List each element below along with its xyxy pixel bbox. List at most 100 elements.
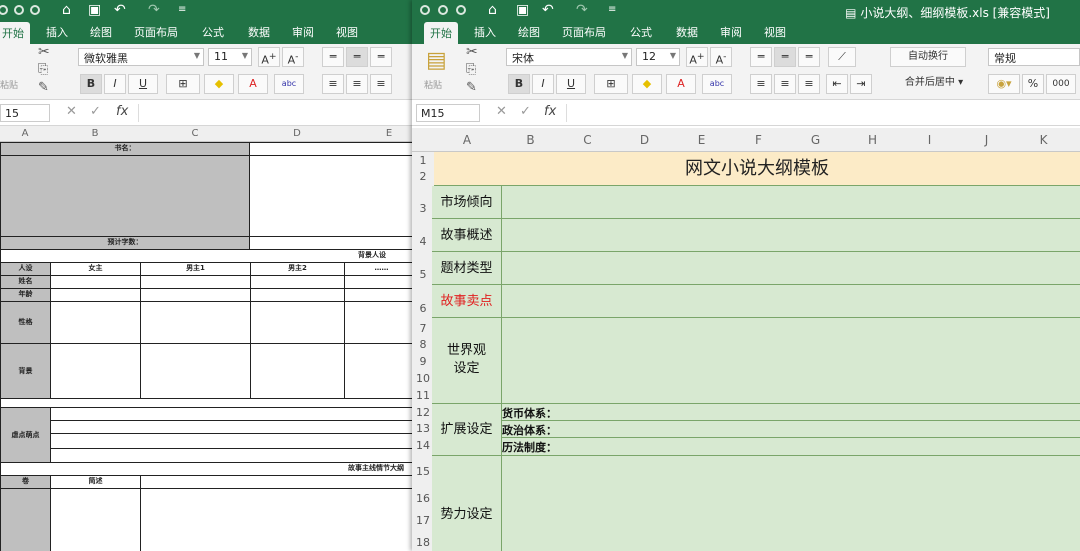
- cell[interactable]: [250, 343, 345, 399]
- name-box[interactable]: M15: [416, 104, 480, 122]
- fx-icon[interactable]: fx: [116, 104, 128, 119]
- undo-icon[interactable]: ↶: [114, 2, 126, 18]
- cell[interactable]: [140, 288, 251, 302]
- label-factions[interactable]: 势力设定: [432, 456, 502, 551]
- save-icon[interactable]: ▣: [88, 2, 101, 18]
- number-format-select[interactable]: 常规: [988, 48, 1080, 66]
- paste-icon[interactable]: ▤: [426, 48, 447, 73]
- column-header[interactable]: K: [1015, 128, 1072, 152]
- cell[interactable]: [50, 343, 141, 399]
- main-plot-title[interactable]: 故事主线情节大纲: [0, 462, 412, 476]
- cell[interactable]: [50, 420, 412, 434]
- increase-font-button[interactable]: A+: [258, 47, 280, 67]
- underline-button[interactable]: U: [556, 74, 586, 94]
- align-bottom-button[interactable]: ═: [798, 47, 820, 67]
- tab-draw[interactable]: 绘图: [518, 24, 540, 40]
- row-header[interactable]: 13: [412, 422, 434, 435]
- borders-button[interactable]: ⊞: [594, 74, 628, 94]
- align-top-button[interactable]: ═: [750, 47, 772, 67]
- font-name-select[interactable]: 微软雅黑 ▼: [78, 48, 204, 66]
- label-worldview[interactable]: 世界观设定: [432, 318, 502, 404]
- column-header[interactable]: G: [787, 128, 844, 152]
- tab-formulas[interactable]: 公式: [630, 24, 652, 40]
- phonetic-button[interactable]: abc: [702, 74, 732, 94]
- column-header[interactable]: F: [730, 128, 787, 152]
- row-header[interactable]: 7: [412, 322, 434, 335]
- align-center-button[interactable]: ≡: [774, 74, 796, 94]
- align-middle-button[interactable]: ═: [774, 47, 796, 67]
- column-header[interactable]: J: [958, 128, 1015, 152]
- fx-icon[interactable]: fx: [544, 104, 556, 119]
- customize-toolbar-icon[interactable]: ≡: [178, 4, 186, 15]
- row-selling-points[interactable]: [432, 285, 1080, 318]
- row-header[interactable]: 8: [412, 338, 434, 351]
- tab-review[interactable]: 审阅: [720, 24, 742, 40]
- cell[interactable]: [344, 288, 412, 302]
- column-header[interactable]: B: [502, 128, 559, 152]
- row-label-selling[interactable]: 虐点萌点: [0, 407, 51, 463]
- italic-button[interactable]: I: [104, 74, 126, 94]
- plot-header-cell[interactable]: 卷: [0, 475, 51, 489]
- align-right-button[interactable]: ≡: [798, 74, 820, 94]
- font-color-button[interactable]: A: [666, 74, 696, 94]
- row-header[interactable]: 9: [412, 355, 434, 368]
- borders-button[interactable]: ⊞: [166, 74, 200, 94]
- cell[interactable]: [50, 448, 412, 463]
- save-icon[interactable]: ▣: [516, 2, 529, 18]
- decrease-font-button[interactable]: A-: [710, 47, 732, 67]
- row-header[interactable]: 14: [412, 439, 434, 452]
- char-header-cell[interactable]: 男主2: [250, 262, 345, 276]
- row-header[interactable]: 3: [412, 202, 434, 215]
- char-header-cell[interactable]: 人设: [0, 262, 51, 276]
- align-bottom-button[interactable]: ═: [370, 47, 392, 67]
- currency-label[interactable]: 货币体系：: [502, 405, 557, 421]
- column-header[interactable]: B: [50, 126, 140, 142]
- tab-view[interactable]: 视图: [764, 24, 786, 40]
- redo-icon[interactable]: ↷: [148, 2, 160, 18]
- cell[interactable]: [140, 275, 251, 289]
- book-name-label[interactable]: 书名：: [0, 142, 250, 156]
- row-header[interactable]: 15: [412, 465, 434, 478]
- tab-review[interactable]: 审阅: [292, 24, 314, 40]
- decrease-font-button[interactable]: A-: [282, 47, 304, 67]
- row-header[interactable]: 12: [412, 406, 434, 419]
- cell[interactable]: [50, 433, 412, 449]
- align-center-button[interactable]: ≡: [346, 74, 368, 94]
- increase-font-button[interactable]: A+: [686, 47, 708, 67]
- word-count-cell[interactable]: [249, 236, 412, 250]
- format-painter-icon[interactable]: ✎: [38, 80, 49, 95]
- row-label-name[interactable]: 姓名: [0, 275, 51, 289]
- column-header[interactable]: D: [616, 128, 673, 152]
- column-header[interactable]: A: [432, 128, 502, 152]
- column-header[interactable]: E: [344, 126, 412, 142]
- undo-icon[interactable]: ↶: [542, 2, 554, 18]
- row-header[interactable]: 17: [412, 514, 434, 527]
- font-name-select[interactable]: 宋体 ▼: [506, 48, 632, 66]
- bg-characters-title[interactable]: 背景人设: [0, 249, 412, 263]
- tab-view[interactable]: 视图: [336, 24, 358, 40]
- label-genre[interactable]: 题材类型: [432, 252, 502, 285]
- cell[interactable]: [344, 301, 412, 344]
- cell[interactable]: [50, 301, 141, 344]
- column-header[interactable]: D: [250, 126, 344, 142]
- cut-icon[interactable]: ✂: [466, 44, 478, 60]
- redo-icon[interactable]: ↷: [576, 2, 588, 18]
- book-name-cell[interactable]: [249, 142, 412, 156]
- char-header-cell[interactable]: 女主: [50, 262, 141, 276]
- plot-header-cell[interactable]: 简述: [50, 475, 141, 489]
- sheet-title[interactable]: 网文小说大纲模板: [434, 152, 1080, 186]
- row-label-age[interactable]: 年龄: [0, 288, 51, 302]
- bold-button[interactable]: B: [508, 74, 530, 94]
- char-header-cell[interactable]: ……: [344, 262, 412, 276]
- currency-button[interactable]: ◉▾: [988, 74, 1020, 94]
- row-header[interactable]: 16: [412, 492, 434, 505]
- home-icon[interactable]: ⌂: [488, 2, 497, 18]
- bold-button[interactable]: B: [80, 74, 102, 94]
- cell[interactable]: [250, 301, 345, 344]
- column-header[interactable]: E: [673, 128, 730, 152]
- font-size-select[interactable]: 12 ▼: [636, 48, 680, 66]
- cell[interactable]: [50, 407, 412, 421]
- row-factions[interactable]: [432, 456, 1080, 551]
- label-selling-points[interactable]: 故事卖点: [432, 285, 502, 318]
- phonetic-button[interactable]: abc: [274, 74, 304, 94]
